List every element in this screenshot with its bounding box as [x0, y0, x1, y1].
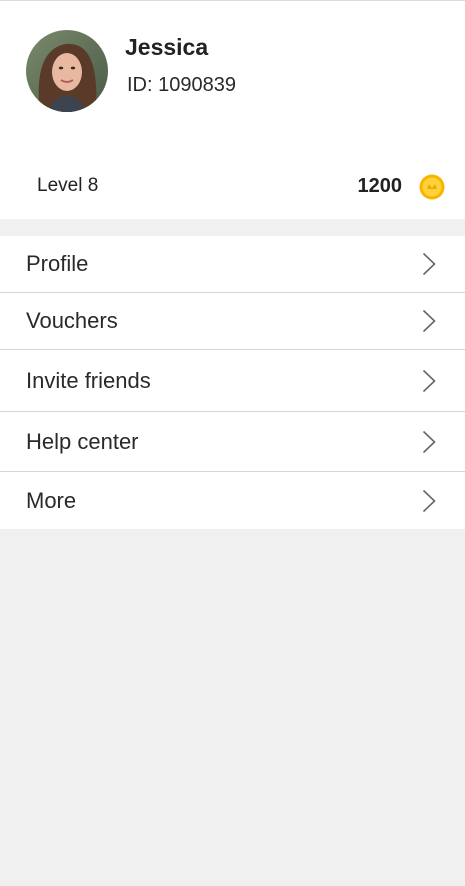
menu-item-label: Profile	[26, 251, 89, 276]
menu-list: Profile Vouchers Invite friends Help cen…	[0, 236, 465, 529]
coin-count: 1200	[357, 175, 403, 197]
avatar-photo	[26, 30, 108, 112]
menu-item-label: Vouchers	[26, 308, 118, 333]
menu-item-more[interactable]: More	[0, 472, 465, 529]
menu-item-label: Invite friends	[26, 367, 151, 393]
chevron-right-icon	[422, 309, 436, 333]
menu-item-vouchers[interactable]: Vouchers	[0, 293, 465, 350]
menu-item-label: Help center	[26, 428, 139, 454]
menu-item-help-center[interactable]: Help center	[0, 412, 465, 472]
menu-item-label: More	[26, 487, 77, 513]
level-label: Level 8	[37, 175, 99, 196]
chevron-right-icon	[422, 430, 436, 453]
avatar[interactable]	[26, 30, 108, 112]
profile-header: Jessica ID: 1090839 Level 8 1200	[0, 0, 465, 219]
menu-item-invite-friends[interactable]: Invite friends	[0, 350, 465, 412]
menu-item-profile[interactable]: Profile	[0, 236, 465, 293]
chevron-right-icon	[422, 252, 436, 276]
user-id: ID: 1090839	[127, 74, 236, 96]
chevron-right-icon	[422, 489, 436, 512]
user-name: Jessica	[125, 34, 209, 60]
coin-icon	[419, 174, 445, 200]
chevron-right-icon	[422, 369, 436, 392]
